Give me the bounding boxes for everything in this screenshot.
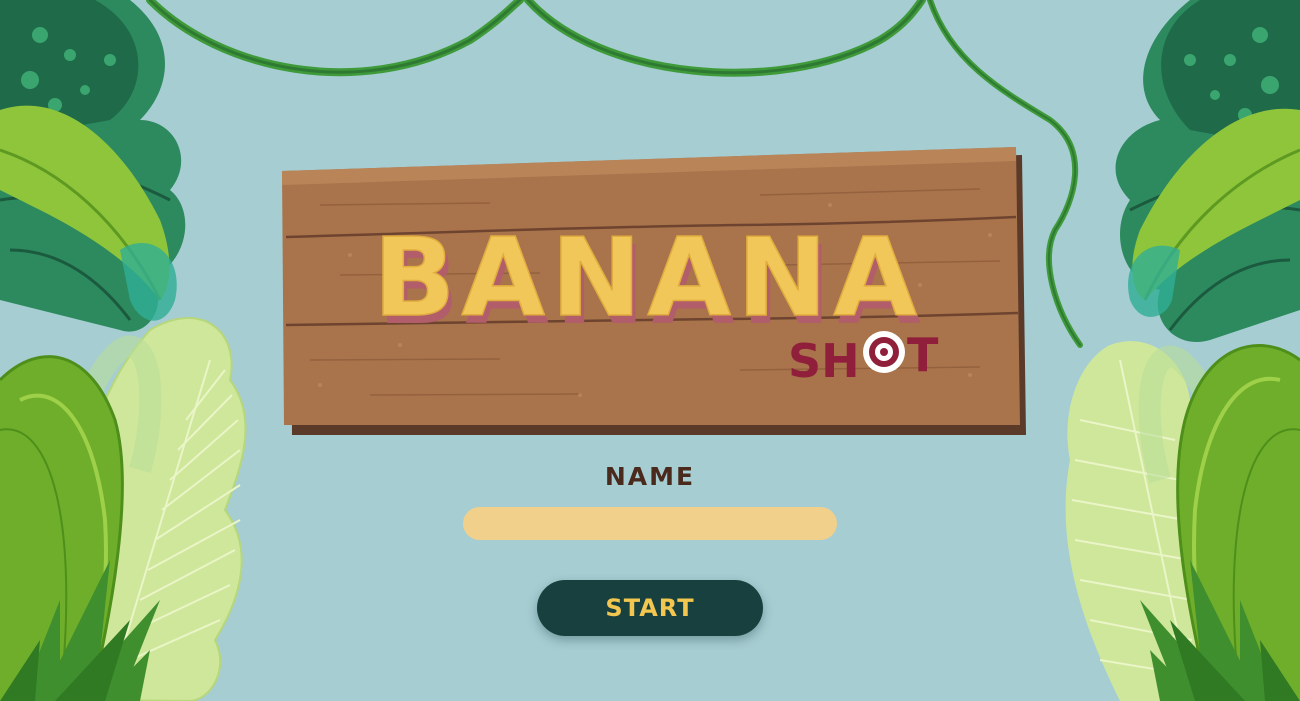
start-button[interactable]: START — [537, 580, 763, 636]
wooden-sign — [282, 147, 1026, 435]
start-screen: BANANA BANANA SH T NAME START — [0, 0, 1300, 701]
name-label: NAME — [604, 462, 696, 491]
left-foliage — [0, 0, 247, 701]
right-foliage — [1065, 0, 1300, 701]
name-input[interactable] — [463, 507, 837, 540]
